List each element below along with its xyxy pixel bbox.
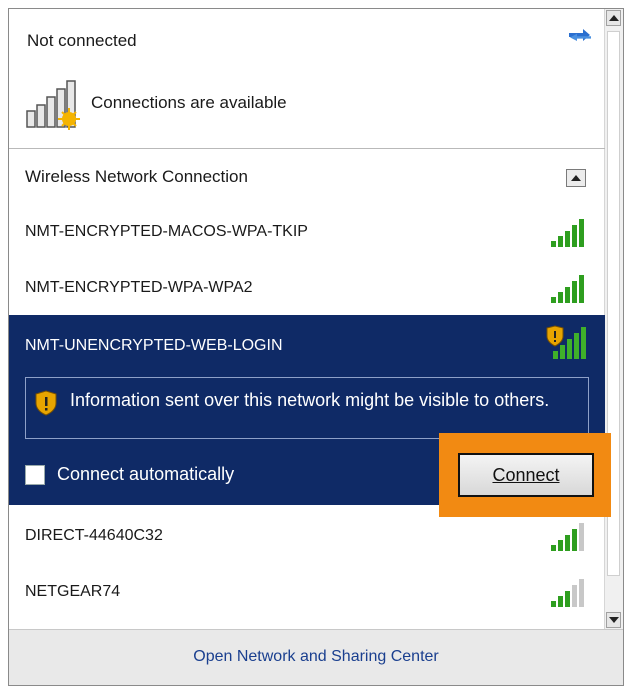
network-available-icon — [26, 80, 80, 130]
network-flyout: Not connected Connections are available … — [8, 8, 624, 686]
security-warning: Information sent over this network might… — [25, 377, 589, 439]
network-item-netgear74[interactable]: NETGEAR74 — [9, 565, 605, 619]
collapse-section-button[interactable] — [566, 169, 586, 187]
arrow-down-icon — [608, 617, 619, 623]
signal-strength-icon — [551, 523, 584, 551]
scrollbar[interactable] — [604, 9, 623, 629]
network-name: NMT-ENCRYPTED-MACOS-WPA-TKIP — [25, 223, 308, 240]
signal-strength-icon — [551, 219, 584, 247]
arrow-up-icon — [571, 175, 581, 181]
network-name: NETGEAR74 — [25, 583, 121, 600]
network-name: NMT-ENCRYPTED-WPA-WPA2 — [25, 279, 253, 296]
network-sharing-center-link[interactable]: Open Network and Sharing Center — [9, 648, 623, 666]
refresh-icon[interactable] — [565, 23, 595, 49]
shield-warning-icon — [35, 390, 57, 416]
scroll-up-button[interactable] — [606, 10, 621, 26]
warning-text: Information sent over this network might… — [70, 390, 550, 410]
connect-automatically-label[interactable]: Connect automatically — [57, 464, 234, 485]
network-name: DIRECT-44640C32 — [25, 527, 163, 544]
scroll-down-button[interactable] — [606, 612, 621, 628]
signal-strength-icon — [551, 275, 584, 303]
unsecured-signal-icon — [546, 325, 586, 359]
network-item-direct-44640c32[interactable]: DIRECT-44640C32 — [9, 509, 605, 563]
availability-text: Connections are available — [91, 93, 287, 112]
footer: Open Network and Sharing Center — [9, 629, 623, 685]
divider — [9, 148, 605, 149]
signal-strength-icon — [551, 579, 584, 607]
network-item-nmt-encrypted-macos-wpa-tkip[interactable]: NMT-ENCRYPTED-MACOS-WPA-TKIP — [9, 205, 605, 259]
connect-button[interactable]: Connect — [458, 453, 594, 497]
connection-status: Not connected — [27, 31, 137, 50]
section-title: Wireless Network Connection — [25, 167, 248, 186]
network-item-nmt-encrypted-wpa-wpa2[interactable]: NMT-ENCRYPTED-WPA-WPA2 — [9, 261, 605, 315]
arrow-up-icon — [608, 15, 619, 21]
connect-automatically-checkbox[interactable] — [25, 465, 45, 485]
connect-button-label: Connect — [492, 464, 560, 485]
network-name: NMT-UNENCRYPTED-WEB-LOGIN — [25, 337, 283, 354]
